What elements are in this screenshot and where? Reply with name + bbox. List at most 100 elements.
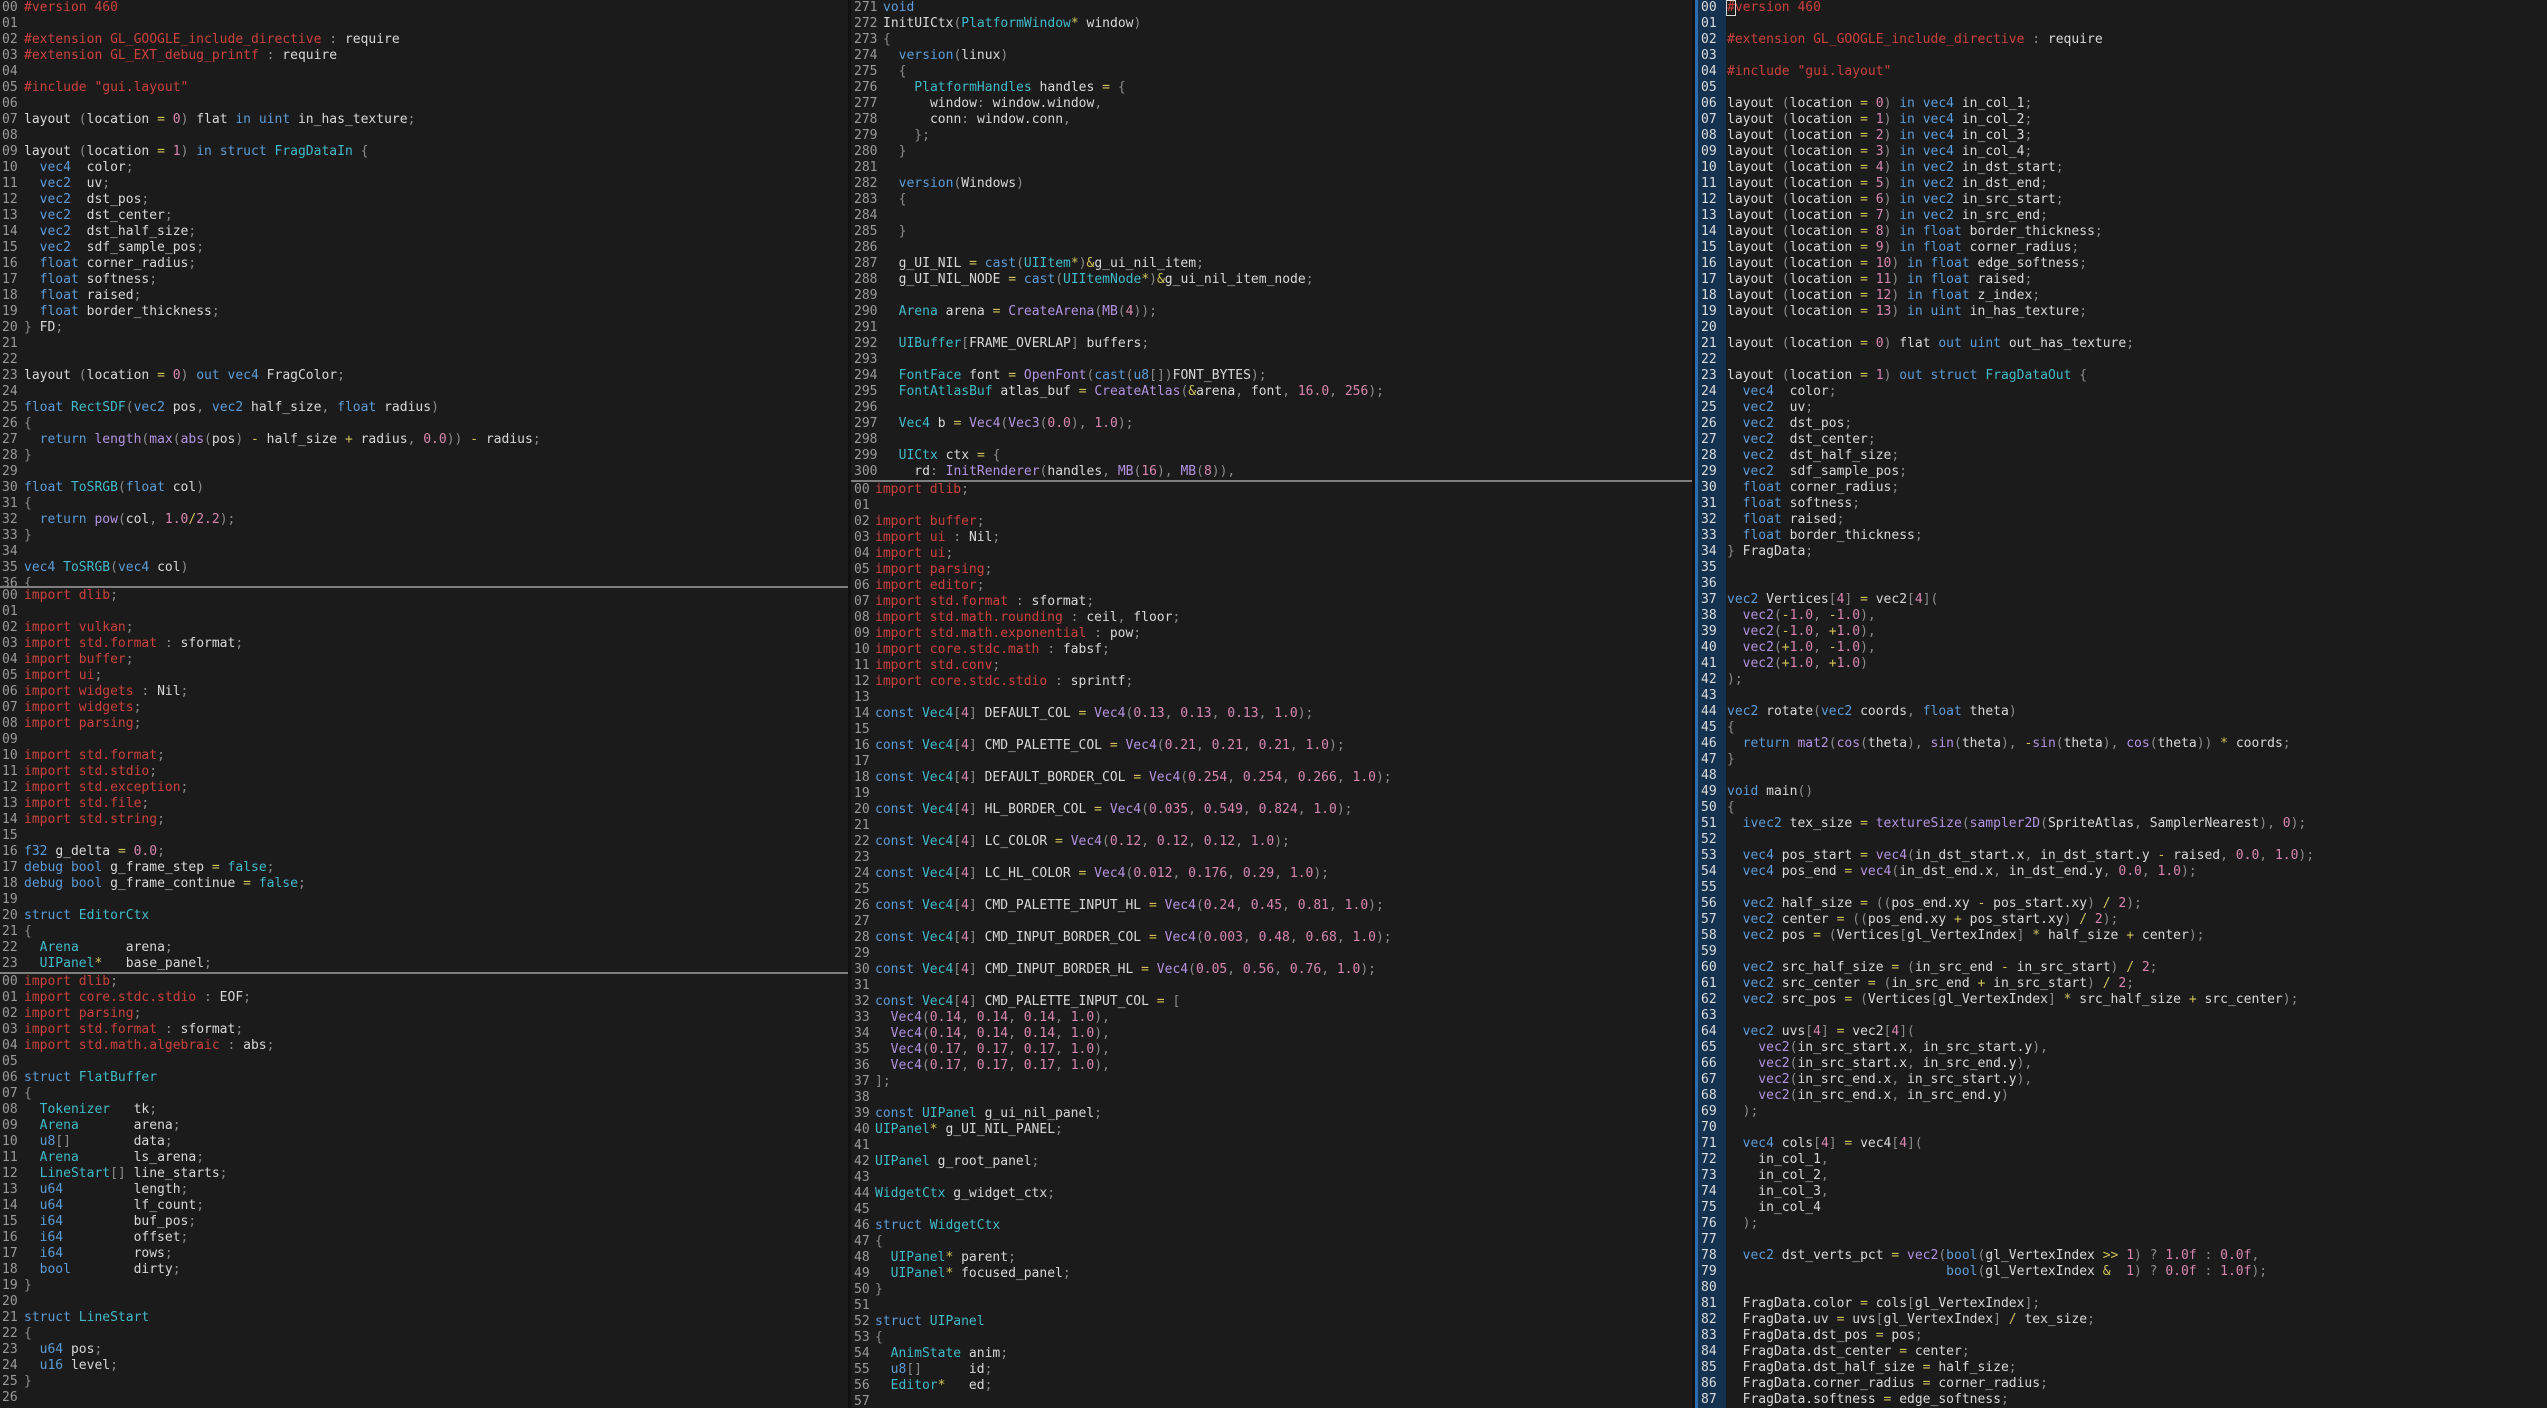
code-token: 11	[1876, 272, 1892, 287]
code-token: 0.21	[1212, 738, 1243, 753]
code-line: 36	[1695, 576, 2547, 592]
code-line: 28const Vec4[4] CMD_INPUT_BORDER_COL = V…	[851, 930, 1695, 946]
code-token: float	[337, 400, 384, 415]
code-line: 33}	[0, 528, 848, 544]
line-number: 72	[1701, 1152, 1727, 1168]
editor-pane-right[interactable]: 00#version 4600102#extension GL_GOOGLE_i…	[1695, 0, 2547, 1408]
code-token: u64	[24, 1342, 71, 1357]
code-token: (	[2056, 736, 2064, 751]
code-token: half_size	[1782, 896, 1860, 911]
line-number: 39	[854, 1106, 875, 1122]
code-token: *	[1071, 16, 1079, 31]
code-line: 54 AnimState anim;	[851, 1346, 1695, 1362]
line-number: 16	[854, 738, 875, 754]
code-line: 48	[1695, 768, 2547, 784]
code-token: 1.0	[2275, 848, 2298, 863]
code-token: =	[1079, 384, 1095, 399]
code-token: float	[1727, 528, 1782, 543]
code-token: ;	[149, 1102, 157, 1117]
code-token: level	[71, 1358, 110, 1373]
code-token: vec2	[1727, 608, 1774, 623]
code-token: ,	[1813, 640, 1829, 655]
code-token: ;	[173, 1118, 181, 1133]
code-token: =	[1860, 112, 1876, 127]
code-token: const	[875, 994, 922, 1009]
code-token: sformat	[181, 1022, 236, 1037]
code-token: =	[212, 860, 228, 875]
code-buffer[interactable]: 00#version 4600102#extension GL_GOOGLE_i…	[1695, 0, 2547, 1408]
code-token: 1.0	[1306, 738, 1329, 753]
code-token: ;	[337, 368, 345, 383]
code-token: ()	[1797, 784, 1813, 799]
code-token: {	[24, 576, 32, 586]
code-token: (	[1141, 802, 1149, 817]
code-token: conn	[883, 112, 961, 127]
code-token: +	[345, 432, 361, 447]
line-number: 31	[1701, 496, 1727, 512]
code-token: )	[431, 400, 439, 415]
code-token: ]	[969, 834, 985, 849]
code-line: 22const Vec4[4] LC_COLOR = Vec4(0.12, 0.…	[851, 834, 1695, 850]
code-token: (	[922, 1058, 930, 1073]
code-token: =	[1149, 898, 1165, 913]
code-token: :	[220, 1038, 243, 1053]
code-token: in	[1899, 160, 1922, 175]
code-token: =	[1891, 960, 1907, 975]
code-token: 16.0	[1298, 384, 1329, 399]
code-line: 79 bool(gl_VertexIndex & 1) ? 0.0f : 1.0…	[1695, 1264, 2547, 1280]
code-line: 37];	[851, 1074, 1695, 1090]
code-token: (	[2040, 816, 2048, 831]
editor-pane-left[interactable]: 00#version 4600102#extension GL_GOOGLE_i…	[0, 0, 848, 1408]
code-buffer[interactable]: 271void272InitUICtx(PlatformWindow* wind…	[851, 0, 1695, 480]
code-token: ,	[1891, 1072, 1907, 1087]
code-line: 12import core.stdc.stdio : sprintf;	[851, 674, 1695, 690]
code-token: CMD_INPUT_BORDER_HL	[985, 962, 1142, 977]
code-token: ]	[969, 802, 985, 817]
code-token: 0.176	[1188, 866, 1227, 881]
code-token: src_half_size	[2079, 992, 2189, 1007]
code-line: 275 {	[851, 64, 1695, 80]
code-buffer[interactable]: 00import dlib;0102import buffer;03import…	[851, 482, 1695, 1408]
code-line: 09import std.math.exponential : pow;	[851, 626, 1695, 642]
code-buffer[interactable]: 00#version 4600102#extension GL_GOOGLE_i…	[0, 0, 848, 586]
code-token: vec4	[1923, 112, 1962, 127]
code-line: 31 float softness;	[1695, 496, 2547, 512]
line-number: 07	[2, 700, 24, 716]
line-number: 81	[1701, 1296, 1727, 1312]
code-token: (	[1055, 272, 1063, 287]
code-token: vec2	[1727, 432, 1774, 447]
code-token: layout	[1727, 128, 1782, 143]
code-token: +	[2126, 928, 2142, 943]
code-token: half_size	[251, 400, 321, 415]
editor-pane-center[interactable]: 271void272InitUICtx(PlatformWindow* wind…	[851, 0, 1695, 1408]
line-number: 10	[2, 1134, 24, 1150]
line-number: 50	[1701, 800, 1727, 816]
code-line: 65 vec2(in_src_start.x, in_src_start.y),	[1695, 1040, 2547, 1056]
code-token: center	[1915, 1344, 1962, 1359]
code-buffer[interactable]: 00import dlib;01import core.stdc.stdio :…	[0, 974, 848, 1408]
code-token: Tokenizer	[24, 1102, 110, 1117]
code-token: -	[2001, 960, 2017, 975]
line-number: 06	[1701, 96, 1727, 112]
code-token: sdf_sample_pos	[1774, 464, 1899, 479]
code-token: 4	[1821, 1136, 1829, 1151]
code-token: ;	[157, 748, 165, 763]
code-token: -	[1829, 608, 1837, 623]
line-number: 48	[1701, 768, 1727, 784]
code-token: ,	[1329, 384, 1345, 399]
code-token: +	[1829, 624, 1837, 639]
code-token: ;	[1133, 626, 1141, 641]
line-number: 55	[1701, 880, 1727, 896]
code-token: ;	[188, 224, 196, 239]
code-token: abs	[181, 432, 204, 447]
code-token: (	[1016, 256, 1024, 271]
code-line: 274 version(linux)	[851, 48, 1695, 64]
code-token: ,	[1290, 930, 1306, 945]
line-number: 18	[2, 876, 24, 892]
code-token: ),	[2017, 1072, 2033, 1087]
code-buffer[interactable]: 00import dlib;0102import vulkan;03import…	[0, 588, 848, 972]
code-token: corner_radius	[79, 256, 189, 271]
code-token: ]	[969, 898, 985, 913]
line-number: 36	[854, 1058, 875, 1074]
code-token: tex_size	[1790, 816, 1860, 831]
